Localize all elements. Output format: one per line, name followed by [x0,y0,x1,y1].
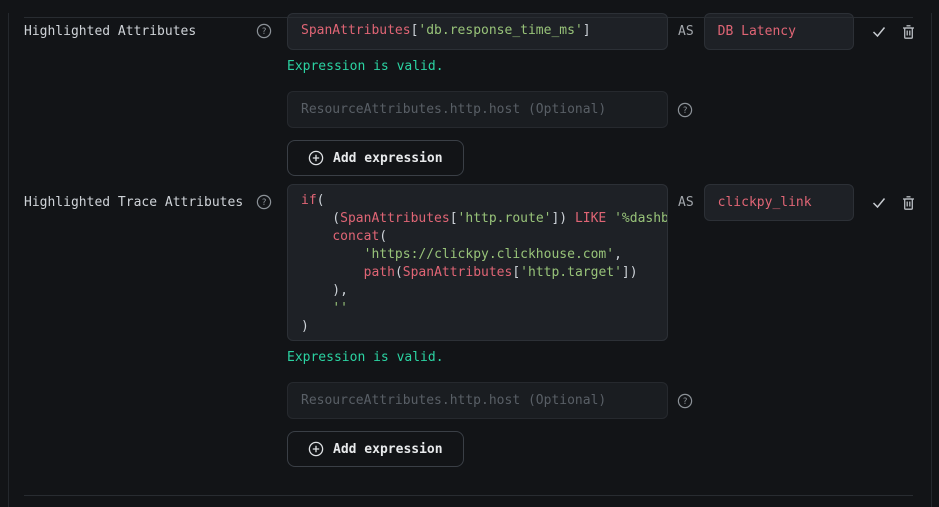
optional-host-input[interactable] [287,91,668,128]
svg-text:?: ? [261,27,266,37]
help-icon[interactable]: ? [677,102,693,118]
help-icon[interactable]: ? [256,194,272,210]
field-label: Highlighted Attributes [24,23,196,40]
expression-row: SpanAttributes['db.response_time_ms'] AS [287,13,917,50]
alias-input[interactable] [704,184,854,221]
optional-host-row: ? [287,91,917,128]
field-label-cell: Highlighted Trace Attributes ? [24,184,287,211]
top-divider [24,17,913,18]
field-content: SpanAttributes['db.response_time_ms'] AS… [287,13,917,176]
add-expression-label: Add expression [333,442,443,457]
expression-input[interactable]: SpanAttributes['db.response_time_ms'] [287,13,668,50]
help-icon[interactable]: ? [256,23,272,39]
field-row-highlighted-trace-attributes: Highlighted Trace Attributes ? if( (Span… [0,184,939,467]
svg-text:?: ? [682,106,687,116]
bottom-divider [24,495,913,496]
as-label: AS [678,184,694,221]
field-content: if( (SpanAttributes['http.route']) LIKE … [287,184,917,467]
expression-row: if( (SpanAttributes['http.route']) LIKE … [287,184,917,341]
svg-text:?: ? [682,397,687,407]
add-expression-button[interactable]: Add expression [287,140,464,176]
add-expression-button[interactable]: Add expression [287,431,464,467]
plus-circle-icon [308,150,324,166]
field-row-highlighted-attributes: Highlighted Attributes ? SpanAttributes[… [0,13,939,176]
field-label: Highlighted Trace Attributes [24,194,243,211]
validation-message: Expression is valid. [287,59,917,75]
optional-host-row: ? [287,382,917,419]
panel-left-border [8,13,9,507]
plus-circle-icon [308,441,324,457]
as-label: AS [678,13,694,50]
confirm-check-icon[interactable] [871,195,887,213]
help-icon[interactable]: ? [677,393,693,409]
trash-icon[interactable] [900,23,917,44]
panel-right-border [931,13,932,507]
confirm-check-icon[interactable] [871,24,887,42]
expression-textarea[interactable]: if( (SpanAttributes['http.route']) LIKE … [287,184,668,341]
attributes-settings-page: { "colors": { "keyword": "#e06575", "str… [0,13,939,507]
trash-icon[interactable] [900,194,917,215]
optional-host-input[interactable] [287,382,668,419]
alias-input[interactable] [704,13,854,50]
validation-message: Expression is valid. [287,350,917,366]
add-expression-label: Add expression [333,151,443,166]
svg-text:?: ? [261,198,266,208]
